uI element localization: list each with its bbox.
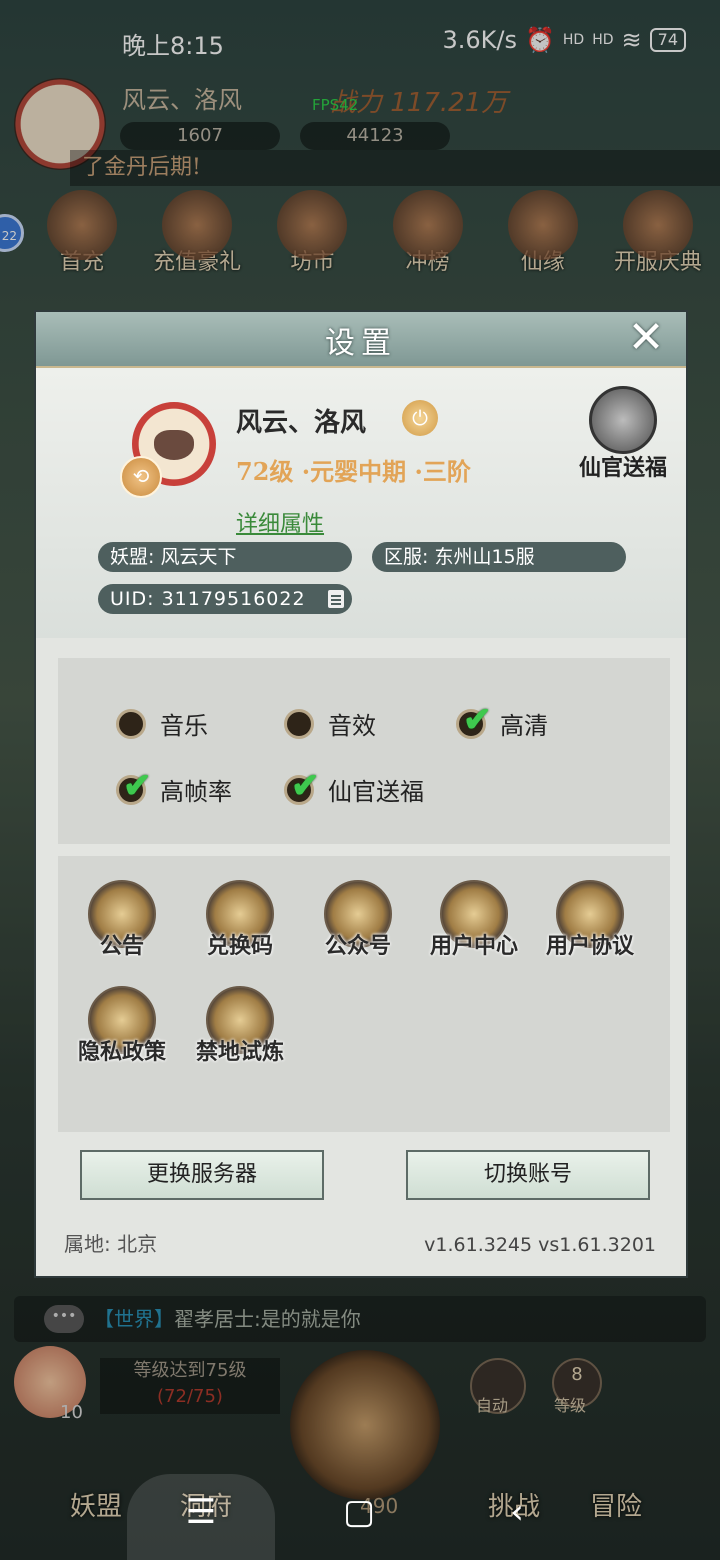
blessing-label: 仙官送福 xyxy=(578,455,667,481)
check-icon: ✔ xyxy=(463,699,492,740)
uid-info: UID: 31179516022 xyxy=(98,584,352,614)
func-user-agreement[interactable]: 用户协议 xyxy=(530,880,650,960)
check-icon: ✔ xyxy=(291,765,320,806)
toggle-sound[interactable] xyxy=(284,708,314,739)
dialog-title: 设置 xyxy=(325,326,397,361)
logout-power-button[interactable]: ⏻ xyxy=(402,400,438,436)
func-privacy-policy[interactable]: 隐私政策 xyxy=(62,986,182,1066)
option-blessing[interactable]: ✔ 仙官送福 xyxy=(284,766,424,807)
change-server-button[interactable]: 更换服务器 xyxy=(80,1150,324,1200)
close-button[interactable]: ✕ xyxy=(622,314,670,362)
seal-icon xyxy=(589,386,657,454)
option-music[interactable]: 音乐 xyxy=(116,706,208,741)
switch-account-button[interactable]: 切换账号 xyxy=(406,1150,650,1200)
func-redeem-code[interactable]: 兑换码 xyxy=(180,880,300,960)
func-user-center[interactable]: 用户中心 xyxy=(414,880,534,960)
option-sound[interactable]: 音效 xyxy=(284,706,376,741)
toggle-high-fps[interactable]: ✔ xyxy=(116,766,152,806)
details-link[interactable]: 详细属性 xyxy=(236,506,324,538)
func-announcement[interactable]: 公告 xyxy=(62,880,182,960)
home-icon[interactable]: ▢ xyxy=(334,1492,384,1532)
toggle-blessing[interactable]: ✔ xyxy=(284,766,320,806)
profile-section: ⟲ 风云、洛风 ⏻ 72级 ·元婴中期 ·三阶 仙官送福 详细属性 妖盟: 风云… xyxy=(36,368,686,638)
version-text: v1.61.3245 vs1.61.3201 xyxy=(424,1234,656,1256)
swap-avatar-button[interactable]: ⟲ xyxy=(120,456,162,498)
settings-dialog: 设置 ✕ ⟲ 风云、洛风 ⏻ 72级 ·元婴中期 ·三阶 仙官送福 详细属性 妖… xyxy=(34,310,688,1278)
back-icon[interactable]: ‹ xyxy=(492,1492,542,1532)
player-level: 72级 ·元婴中期 ·三阶 xyxy=(236,457,471,486)
copy-icon[interactable] xyxy=(328,590,344,608)
location-text: 属地: 北京 xyxy=(64,1232,158,1256)
dialog-header: 设置 ✕ xyxy=(36,312,686,369)
option-high-fps[interactable]: ✔ 高帧率 xyxy=(116,766,232,807)
func-forbidden-trial[interactable]: 禁地试炼 xyxy=(180,986,300,1066)
player-name: 风云、洛风 xyxy=(236,408,367,438)
check-icon: ✔ xyxy=(123,765,152,806)
uid-text: UID: 31179516022 xyxy=(110,588,306,610)
toggle-music[interactable] xyxy=(116,708,146,739)
toggle-hd[interactable]: ✔ xyxy=(456,700,492,740)
server-info: 区服: 东州山15服 xyxy=(372,542,626,572)
guild-info: 妖盟: 风云天下 xyxy=(98,542,352,572)
option-hd[interactable]: ✔ 高清 xyxy=(456,700,548,741)
blessing-badge[interactable]: 仙官送福 xyxy=(568,386,678,496)
menu-icon[interactable]: ☰ xyxy=(176,1492,226,1532)
boar-icon xyxy=(154,430,194,460)
options-panel: 音乐 音效 ✔ 高清 ✔ 高帧率 ✔ 仙官送福 xyxy=(58,658,670,844)
func-official-account[interactable]: 公众号 xyxy=(298,880,418,960)
functions-panel: 公告 兑换码 公众号 用户中心 用户协议 隐私政策 禁地试炼 xyxy=(58,856,670,1132)
